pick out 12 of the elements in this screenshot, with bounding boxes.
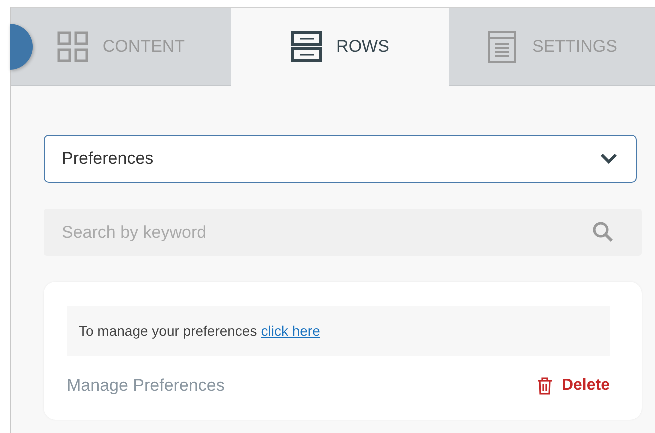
preferences-note: To manage your preferences click here [67, 306, 610, 356]
row-select[interactable]: Preferences [44, 135, 637, 183]
search-field[interactable]: Search by keyword [44, 209, 642, 256]
grid-icon [56, 30, 89, 62]
row-name: Manage Preferences [67, 376, 225, 396]
rows-icon [290, 31, 323, 63]
chevron-down-icon [600, 153, 618, 165]
click-here-link[interactable]: click here [261, 323, 320, 339]
trash-icon [536, 377, 553, 395]
search-icon [592, 221, 614, 243]
document-icon [486, 30, 518, 62]
delete-button[interactable]: Delete [536, 377, 610, 395]
